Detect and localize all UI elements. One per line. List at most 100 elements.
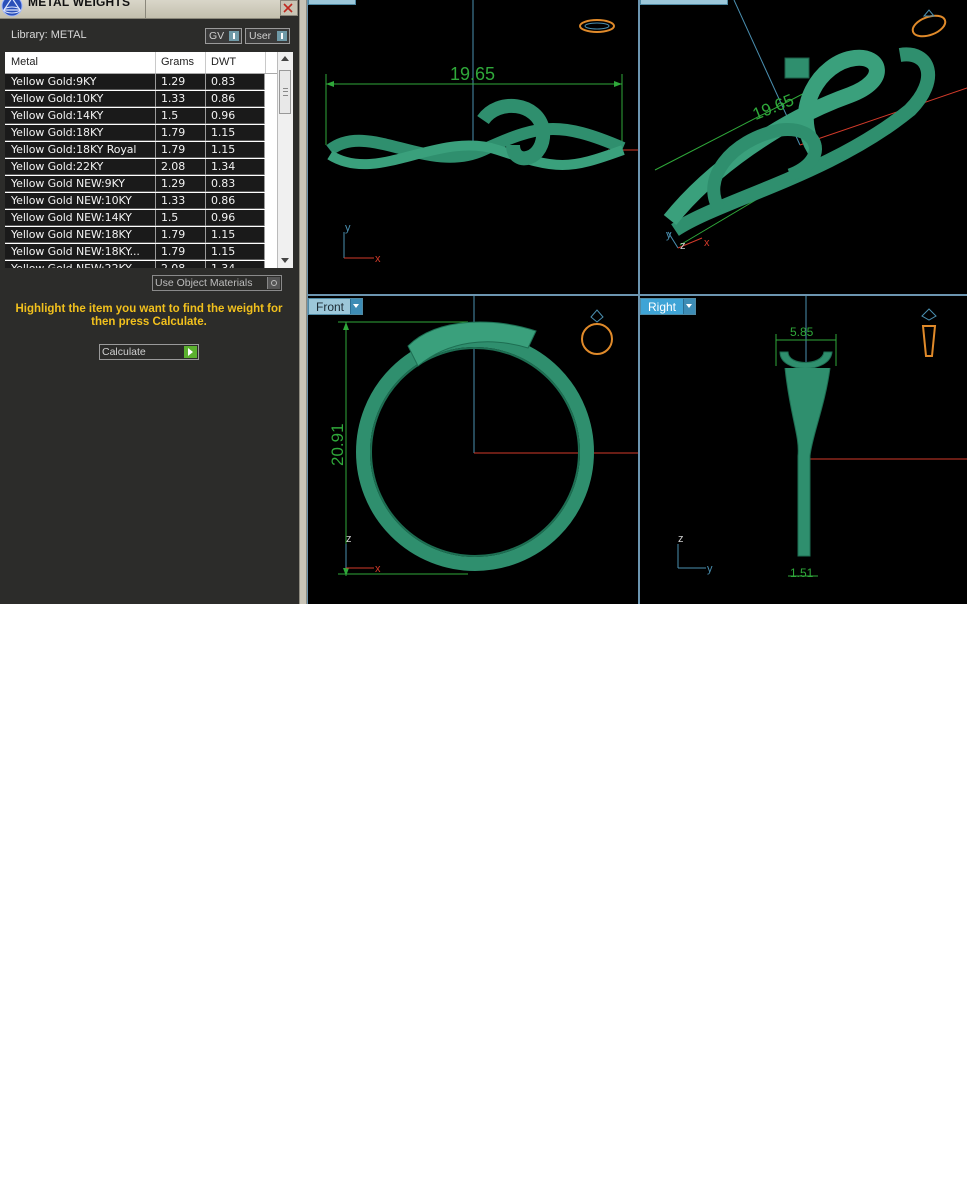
metal-cell: Yellow Gold NEW:10KY: [11, 194, 132, 207]
cell-divider: [155, 210, 156, 226]
cell-divider: [205, 193, 206, 209]
grip-icon: [283, 88, 288, 96]
column-divider[interactable]: [205, 52, 206, 73]
panel-title: METAL WEIGHTS: [28, 0, 131, 9]
grams-cell: 1.33: [161, 92, 186, 105]
close-button[interactable]: [280, 0, 298, 16]
table-row[interactable]: Yellow Gold NEW:22KY 2.08 1.34: [5, 261, 265, 268]
toggle-switch-icon: [229, 31, 239, 41]
dropdown-arrow-icon[interactable]: [350, 299, 362, 314]
cell-divider: [264, 159, 265, 175]
table-row[interactable]: Yellow Gold:22KY 2.08 1.34: [5, 159, 265, 175]
cell-divider: [155, 108, 156, 124]
column-header-metal[interactable]: Metal: [11, 56, 38, 68]
dwt-cell: 0.96: [211, 211, 236, 224]
grams-cell: 1.79: [161, 126, 186, 139]
axis-triad: z y: [677, 533, 713, 575]
dimension-label: 20.91: [328, 423, 347, 466]
cell-divider: [155, 159, 156, 175]
titlebar-fill: [146, 0, 280, 19]
cell-divider: [205, 261, 206, 268]
cell-divider: [205, 125, 206, 141]
viewport-front-label: Front: [316, 300, 345, 314]
table-row[interactable]: Yellow Gold NEW:10KY 1.33 0.86: [5, 193, 265, 209]
viewport-right-label: Right: [648, 300, 677, 314]
column-header-grams[interactable]: Grams: [161, 56, 194, 68]
cell-divider: [155, 261, 156, 268]
cell-divider: [155, 125, 156, 141]
viewport-right[interactable]: 5.85 1.51 z y Right: [640, 296, 967, 604]
app-window: METAL WEIGHTS Library: METAL GV User Met…: [0, 0, 967, 604]
cell-divider: [264, 74, 265, 90]
metal-cell: Yellow Gold NEW:9KY: [11, 177, 125, 190]
cell-divider: [205, 210, 206, 226]
dwt-cell: 1.34: [211, 262, 261, 268]
metal-weights-table: Metal Grams DWT Yellow Gold:9KY 1.29 0.83 Y…: [5, 52, 293, 268]
dwt-cell: 1.15: [211, 143, 236, 156]
viewport-top-tab[interactable]: [308, 0, 356, 5]
cell-divider: [155, 176, 156, 192]
dwt-cell: 1.15: [211, 228, 236, 241]
play-arrow-icon: [184, 346, 197, 358]
cell-divider: [264, 125, 265, 141]
table-row[interactable]: Yellow Gold:18KY Royal 1.79 1.15: [5, 142, 265, 158]
grams-cell: 1.5: [161, 211, 179, 224]
gv-toggle[interactable]: GV: [205, 28, 242, 44]
use-object-materials-dropdown[interactable]: Use Object Materials: [152, 275, 282, 291]
dropdown-circle-icon[interactable]: [267, 277, 280, 289]
table-scrollbar[interactable]: [277, 52, 293, 268]
cell-divider: [264, 108, 265, 124]
cell-divider: [264, 176, 265, 192]
table-row[interactable]: Yellow Gold:10KY 1.33 0.86: [5, 91, 265, 107]
grams-cell: 1.79: [161, 143, 186, 156]
cell-divider: [205, 244, 206, 260]
user-toggle[interactable]: User: [245, 28, 290, 44]
viewport-front-tab[interactable]: Front: [308, 298, 363, 315]
close-icon: [283, 3, 293, 13]
table-row[interactable]: Yellow Gold NEW:9KY 1.29 0.83: [5, 176, 265, 192]
svg-text:y: y: [707, 563, 713, 575]
viewport-right-tab[interactable]: Right: [640, 298, 696, 315]
viewport-top[interactable]: 19.65 y x: [308, 0, 638, 294]
cell-divider: [155, 91, 156, 107]
column-header-dwt[interactable]: DWT: [211, 56, 236, 68]
viewport-front[interactable]: 20.91 z x Front: [308, 296, 638, 604]
table-row[interactable]: Yellow Gold:14KY 1.5 0.96: [5, 108, 265, 124]
viewport-perspective-tab[interactable]: [640, 0, 728, 5]
cell-divider: [205, 142, 206, 158]
table-row[interactable]: Yellow Gold NEW:14KY 1.5 0.96: [5, 210, 265, 226]
scroll-up-icon[interactable]: [281, 56, 289, 61]
cell-divider: [155, 227, 156, 243]
library-label: Library: METAL: [11, 29, 87, 41]
cell-divider: [264, 91, 265, 107]
column-divider[interactable]: [265, 52, 266, 73]
ring-perspective-icon: [911, 9, 947, 38]
dropdown-arrow-icon[interactable]: [683, 299, 695, 314]
table-row[interactable]: Yellow Gold NEW:18KY 1.79 1.15: [5, 227, 265, 243]
toggle-switch-icon: [277, 31, 287, 41]
cell-divider: [155, 74, 156, 90]
table-row[interactable]: Yellow Gold NEW:18KY... 1.79 1.15: [5, 244, 265, 260]
scroll-down-icon[interactable]: [281, 258, 289, 263]
metal-cell: Yellow Gold:18KY Royal: [11, 143, 137, 156]
panel-splitter[interactable]: [299, 0, 307, 604]
panel-titlebar[interactable]: METAL WEIGHTS: [0, 0, 299, 19]
viewport-right-canvas: 5.85 1.51 z y: [677, 296, 967, 580]
cell-divider: [264, 210, 265, 226]
cell-divider: [264, 261, 265, 268]
column-divider[interactable]: [155, 52, 156, 73]
scrollbar-thumb[interactable]: [279, 70, 291, 114]
use-object-materials-label: Use Object Materials: [155, 277, 253, 289]
table-row[interactable]: Yellow Gold:18KY 1.79 1.15: [5, 125, 265, 141]
cell-divider: [205, 227, 206, 243]
cell-divider: [264, 142, 265, 158]
table-row[interactable]: Yellow Gold:9KY 1.29 0.83: [5, 74, 265, 90]
cell-divider: [205, 159, 206, 175]
dwt-cell: 0.83: [211, 75, 236, 88]
metal-cell: Yellow Gold NEW:18KY...: [11, 245, 140, 258]
calculate-button[interactable]: Calculate: [99, 344, 199, 360]
gv-toggle-label: GV: [209, 30, 225, 42]
viewport-perspective[interactable]: 19.65 y z x: [640, 0, 967, 294]
ring-side-icon: [921, 308, 937, 357]
table-body: Yellow Gold:9KY 1.29 0.83 Yellow Gold:10KY 1…: [5, 74, 277, 268]
